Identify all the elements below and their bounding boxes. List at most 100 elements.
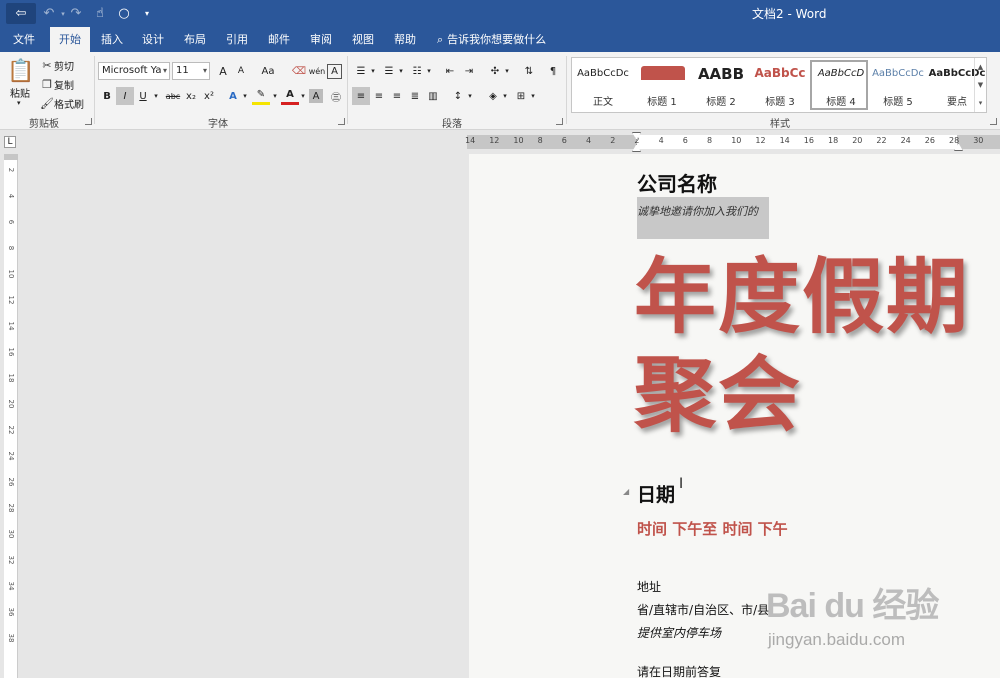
circle-icon[interactable]: ○ [115,3,133,24]
vertical-ruler[interactable]: 2 4 6 8 10 12 14 16 18 20 22 24 26 28 30 32 34 36 38 [4,154,18,678]
horizontal-ruler[interactable]: 14 12 10 8 6 4 2 2 4 6 8 10 12 14 16 18 20 22 24 26 28 30 [465,132,1000,152]
copy-button[interactable]: ❐ 复制 [40,77,74,93]
font-launcher-icon[interactable] [338,118,345,125]
back-arrow-icon[interactable]: ⇦ [6,3,36,24]
paste-button[interactable]: 粘贴 [10,85,30,100]
subscript-button[interactable]: x₂ [182,87,200,105]
bold-button[interactable]: B [98,87,116,105]
tab-review[interactable]: 审阅 [305,27,337,52]
shrink-font-button[interactable]: A [232,62,250,80]
time-line[interactable]: 时间 下午至 时间 下午 [637,518,788,539]
company-name[interactable]: 公司名称 [637,168,717,197]
chevron-down-icon[interactable]: ▾ [240,87,250,105]
paragraph-launcher-icon[interactable] [556,118,563,125]
strikethrough-button[interactable]: abc [162,87,184,105]
touch-mode-icon[interactable]: ☝ [91,3,109,24]
chevron-down-icon[interactable]: ▾ [368,62,378,80]
chevron-down-icon[interactable]: ▾ [465,87,475,105]
style-heading-2[interactable]: AABB 标题 2 [692,60,750,110]
font-group-label: 字体 [208,119,228,130]
style-name: 正文 [593,97,613,108]
paste-dropdown-icon[interactable]: ▾ [17,99,21,107]
ruler-number: 16 [7,347,15,357]
cut-button[interactable]: ✂ 剪切 [40,58,74,74]
ruler-number: 34 [7,581,15,591]
chevron-down-icon[interactable]: ▾ [396,62,406,80]
chevron-down-icon[interactable]: ▾ [528,87,538,105]
paste-icon[interactable]: 📋 [7,56,34,86]
tab-references[interactable]: 引用 [221,27,253,52]
rsvp-line[interactable]: 请在日期前答复 [637,663,721,678]
tab-layout[interactable]: 布局 [179,27,211,52]
enclose-characters-icon[interactable]: ㊂ [327,87,345,105]
font-color-icon[interactable]: A [281,87,299,105]
ruler-number: 2 [610,136,616,145]
ruler-number: 30 [7,529,15,539]
tab-view[interactable]: 视图 [347,27,379,52]
sort-icon[interactable]: ⇅ [520,62,538,80]
clear-format-icon[interactable]: ⌫ [290,62,308,80]
chevron-down-icon[interactable]: ▾ [298,87,308,105]
undo-icon[interactable]: ↶ [40,3,58,24]
customize-toolbar-icon[interactable]: ▾ [141,3,153,24]
style-heading-4[interactable]: AaBbCcD 标题 4 [810,60,868,110]
font-name-combo[interactable]: Microsoft Ya ▾ [98,62,170,80]
ruler-corner: L [0,131,20,153]
gallery-scrollbar[interactable]: ▲ ▼ ▾ [974,58,986,112]
cut-label: 剪切 [54,62,74,73]
format-painter-button[interactable]: 🖌 格式刷 [40,96,84,112]
gallery-expand-icon[interactable]: ▾ [975,94,986,112]
character-shading-icon[interactable]: A [309,89,323,103]
style-heading-5[interactable]: AaBbCcDc 标题 5 [869,60,927,110]
chevron-down-icon[interactable]: ▾ [502,62,512,80]
superscript-button[interactable]: x² [200,87,218,105]
group-divider [347,56,348,124]
chevron-down-icon[interactable]: ▾ [270,87,280,105]
show-marks-icon[interactable]: ¶ [544,62,562,80]
tell-me-box[interactable]: ⌕ 告诉我你想要做什么 [437,27,546,52]
address-label[interactable]: 地址 [637,578,661,595]
align-left-icon[interactable]: ≡ [352,87,370,105]
style-normal[interactable]: AaBbCcDc 正文 [574,60,632,110]
collapse-marker-icon[interactable]: ◢ [623,487,629,496]
style-heading-3[interactable]: AaBbCc 标题 3 [751,60,809,110]
ruler-number: 20 [7,399,15,409]
decrease-indent-icon[interactable]: ⇤ [441,62,459,80]
headline[interactable]: 年度假期 聚会 [634,249,970,445]
chevron-up-icon[interactable]: ▲ [975,58,986,76]
date-heading[interactable]: 日期 [637,480,675,507]
underline-button[interactable]: U [134,87,152,105]
chevron-down-icon[interactable]: ▾ [424,62,434,80]
change-case-button[interactable]: Aa [256,62,280,80]
align-right-icon[interactable]: ≡ [388,87,406,105]
tab-file[interactable]: 文件 [2,27,46,52]
character-border-icon[interactable]: A [327,64,342,79]
tab-mailings[interactable]: 邮件 [263,27,295,52]
increase-indent-icon[interactable]: ⇥ [460,62,478,80]
redo-icon[interactable]: ↷ [67,3,85,24]
underline-dropdown-icon[interactable]: ▾ [151,87,161,105]
distributed-icon[interactable]: ▥ [424,87,442,105]
tab-help[interactable]: 帮助 [389,27,421,52]
parking-note[interactable]: 提供室内停车场 [637,624,721,641]
highlight-icon[interactable]: ✎ [252,87,270,105]
tab-home[interactable]: 开始 [50,27,90,52]
chevron-down-icon[interactable]: ▾ [500,87,510,105]
clipboard-launcher-icon[interactable] [85,118,92,125]
tab-stop-selector-icon[interactable]: L [4,136,16,148]
invite-text[interactable]: 诚挚地邀请你加入我们的 [637,197,769,239]
heading1-sample-shape [641,66,685,80]
grow-font-button[interactable]: A [214,62,232,80]
align-center-icon[interactable]: ≡ [370,87,388,105]
tab-design[interactable]: 设计 [137,27,169,52]
font-size-value: 11 [176,65,189,76]
address-value[interactable]: 省/直辖市/自治区、市/县 [637,601,769,618]
styles-launcher-icon[interactable] [990,118,997,125]
justify-icon[interactable]: ≣ [406,87,424,105]
phonetic-guide-button[interactable]: wén [308,62,326,80]
italic-button[interactable]: I [116,87,134,105]
chevron-down-icon[interactable]: ▼ [975,76,986,94]
style-heading-1[interactable]: 标题 1 [633,60,691,110]
font-size-combo[interactable]: 11 ▾ [172,62,210,80]
tab-insert[interactable]: 插入 [96,27,128,52]
